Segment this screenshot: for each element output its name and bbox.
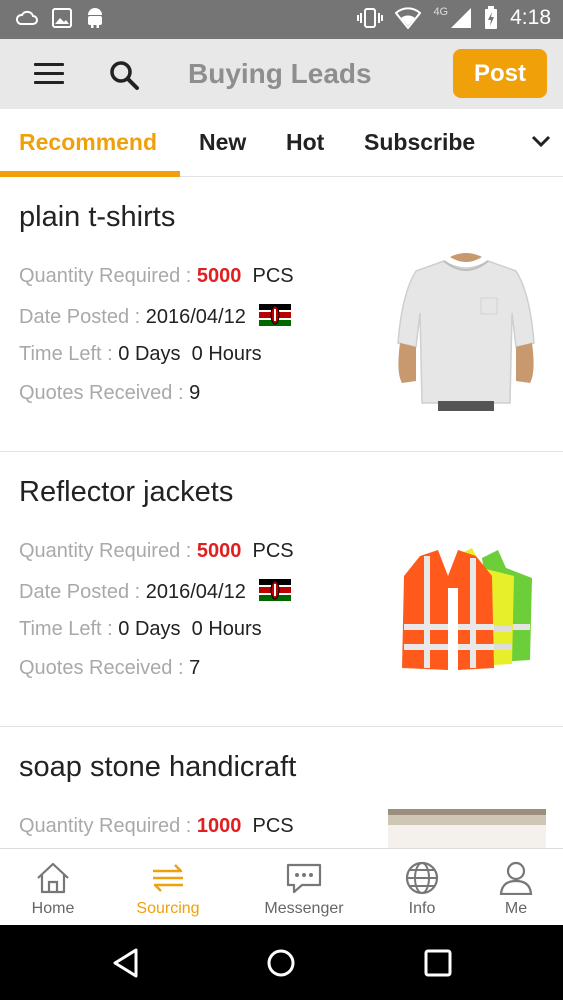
back-icon[interactable] [110,947,142,979]
home-circle-icon[interactable] [265,947,297,979]
quantity-row: Quantity Required : 5000 PCS [19,265,294,288]
home-icon [37,862,69,894]
post-button[interactable]: Post [453,49,547,98]
tab-new[interactable]: New [199,129,246,156]
nav-sourcing[interactable]: Sourcing [124,849,212,926]
tab-recommend[interactable]: Recommend [19,129,157,156]
date-label: Date Posted : [19,306,146,328]
recents-icon[interactable] [422,947,454,979]
signal-icon [451,8,472,28]
time-left-label: Time Left : [19,343,119,365]
quotes-value: 7 [189,657,201,679]
battery-charging-icon [485,6,498,29]
image-icon [52,8,72,28]
clock: 4:18 [510,6,551,29]
quantity-label: Quantity Required : [19,815,197,837]
page-title: Buying Leads [188,58,372,89]
time-left-row: Time Left : 0 Days 0 Hours [19,343,262,366]
date-value: 2016/04/12 [145,581,246,603]
lead-title: soap stone handicraft [19,751,297,783]
date-row: Date Posted : 2016/04/12 [19,304,292,329]
leads-list: plain t-shirts Quantity Required : 5000 … [0,177,563,848]
quotes-label: Quotes Received : [19,657,190,679]
menu-icon[interactable] [34,63,64,85]
time-left-label: Time Left : [19,618,119,640]
quantity-row: Quantity Required : 5000 PCS [19,540,294,563]
globe-icon [405,861,439,895]
search-icon[interactable] [108,59,140,91]
system-nav-bar [0,925,563,1000]
lead-card[interactable]: plain t-shirts Quantity Required : 5000 … [0,177,563,452]
quantity-value: 5000 [196,540,242,562]
quotes-label: Quotes Received : [19,382,190,404]
quantity-row: Quantity Required : 1000 PCS [19,815,294,838]
person-icon [499,861,533,895]
nav-home[interactable]: Home [14,849,92,926]
nav-home-label: Home [31,900,75,917]
sourcing-icon [153,864,183,892]
nav-me-label: Me [504,900,528,917]
nav-info[interactable]: Info [392,849,452,926]
tshirt-image [386,253,546,413]
nav-messenger-label: Messenger [264,900,344,917]
date-value: 2016/04/12 [145,306,246,328]
quotes-row: Quotes Received : 7 [19,657,200,680]
nav-messenger[interactable]: Messenger [252,849,356,926]
cloud-icon [16,10,38,25]
date-label: Date Posted : [19,581,146,603]
kenya-flag-icon [259,579,292,601]
soapstone-image [388,809,546,848]
quantity-label: Quantity Required : [19,265,197,287]
time-left-value: 0 Days 0 Hours [118,343,262,365]
bottom-nav: Home Sourcing Messenger Info Me [0,848,563,925]
quantity-value: 1000 [196,815,242,837]
date-row: Date Posted : 2016/04/12 [19,579,292,604]
tab-bar: Recommend New Hot Subscribe [0,109,563,177]
time-left-row: Time Left : 0 Days 0 Hours [19,618,262,641]
quotes-row: Quotes Received : 9 [19,382,200,405]
wifi-icon [395,7,422,29]
network-type: 4G [433,6,449,18]
chevron-down-icon[interactable] [527,127,555,155]
kenya-flag-icon [259,304,292,326]
reflector-vest-image [386,528,546,688]
quantity-value: 5000 [196,265,242,287]
tab-hot[interactable]: Hot [286,129,324,156]
android-icon [88,8,102,28]
messenger-icon [286,863,322,894]
tab-subscribe[interactable]: Subscribe [364,129,475,156]
quantity-label: Quantity Required : [19,540,197,562]
app-bar: Buying Leads Post [0,39,563,109]
status-bar: 4G 4:18 [0,0,563,39]
lead-card[interactable]: soap stone handicraft Quantity Required … [0,727,563,848]
nav-me[interactable]: Me [488,849,544,926]
quotes-value: 9 [189,382,201,404]
nav-sourcing-label: Sourcing [136,900,200,917]
screen: 4G 4:18 Buying Leads Post Recommend New … [0,0,563,1000]
lead-card[interactable]: Reflector jackets Quantity Required : 50… [0,452,563,727]
lead-title: Reflector jackets [19,476,234,508]
time-left-value: 0 Days 0 Hours [118,618,262,640]
lead-title: plain t-shirts [19,201,176,233]
nav-info-label: Info [408,900,436,917]
quantity-unit: PCS [252,265,294,287]
quantity-unit: PCS [252,540,294,562]
quantity-unit: PCS [252,815,294,837]
vibrate-icon [357,8,384,28]
